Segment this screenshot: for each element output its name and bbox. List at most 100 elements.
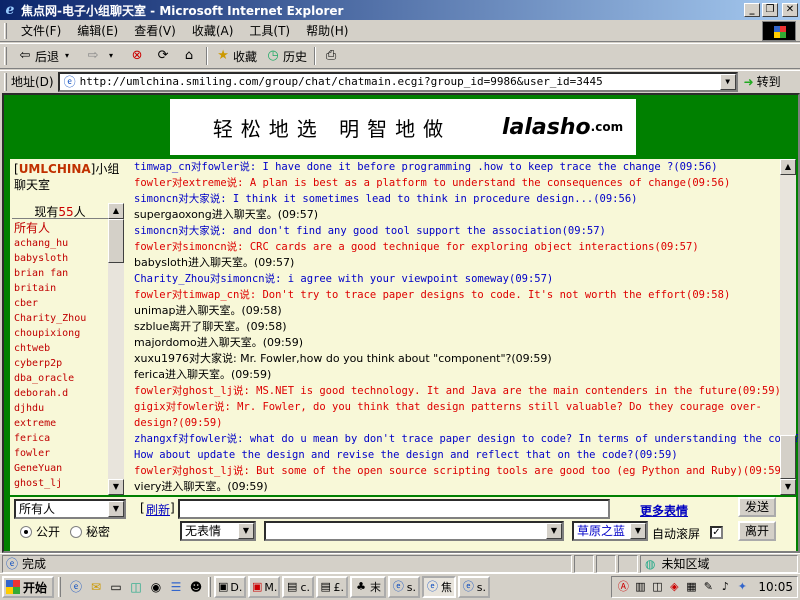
- chat-scrollbar[interactable]: ▲ ▼: [780, 159, 796, 495]
- user-list-item[interactable]: djhdu: [14, 401, 108, 416]
- menu-file[interactable]: 文件(F): [13, 22, 69, 39]
- tray-pen-icon[interactable]: ✎: [701, 580, 715, 594]
- recipient-select[interactable]: 所有人 ▼: [14, 499, 126, 519]
- refresh-link[interactable]: 刷新: [146, 501, 170, 518]
- media-quicklaunch-icon[interactable]: ◫: [128, 579, 144, 595]
- tray-app-icon[interactable]: Ⓐ: [616, 580, 630, 594]
- user-list-item[interactable]: deborah.d: [14, 386, 108, 401]
- favorites-button[interactable]: ★ 收藏: [211, 45, 261, 67]
- system-tray: Ⓐ ▥ ◫ ◈ ▦ ✎ ♪ ✦ 10:05: [611, 576, 798, 598]
- task-button[interactable]: ▣ M.: [248, 576, 280, 598]
- scroll-up-icon[interactable]: ▲: [780, 159, 796, 175]
- scroll-up-icon[interactable]: ▲: [108, 203, 124, 219]
- tray-app-icon[interactable]: ◫: [650, 580, 664, 594]
- task-button[interactable]: ▤ c.: [282, 576, 314, 598]
- tray-speaker-icon[interactable]: ♪: [718, 580, 732, 594]
- public-radio[interactable]: 公开: [20, 523, 60, 540]
- user-list-item[interactable]: britain: [14, 281, 108, 296]
- chat-message: simoncn对大家说: and don't find any good too…: [134, 225, 606, 237]
- user-list-item[interactable]: achang_hu: [14, 236, 108, 251]
- leave-button[interactable]: 离开: [738, 521, 776, 541]
- task-button[interactable]: ▣ D.: [214, 576, 246, 598]
- back-button[interactable]: ⇦ 后退 ▾: [13, 45, 81, 67]
- user-list-scrollbar[interactable]: ▲ ▼: [108, 203, 124, 495]
- minimize-button[interactable]: _: [744, 3, 760, 17]
- task-button[interactable]: ⓔ s.: [458, 576, 490, 598]
- banner-brand-logo[interactable]: lalasho .com: [494, 99, 636, 155]
- user-list-item[interactable]: brian fan: [14, 266, 108, 281]
- user-list-item[interactable]: choupixiong: [14, 326, 108, 341]
- chevron-down-icon[interactable]: ▼: [546, 523, 562, 539]
- menu-view[interactable]: 查看(V): [126, 22, 184, 39]
- forward-button[interactable]: ⇨ ▾: [81, 45, 125, 67]
- user-list-item[interactable]: GeneYuan: [14, 461, 108, 476]
- user-list-item[interactable]: dba_oracle: [14, 371, 108, 386]
- message-input[interactable]: [178, 499, 610, 519]
- refresh-browser-button[interactable]: ⟳: [151, 45, 177, 67]
- address-dropdown-icon[interactable]: ▼: [719, 73, 736, 90]
- app-quicklaunch-icon[interactable]: ☰: [168, 579, 184, 595]
- menu-favorites[interactable]: 收藏(A): [184, 22, 242, 39]
- tray-app-icon[interactable]: ▦: [684, 580, 698, 594]
- expression-select[interactable]: 无表情 ▼: [180, 521, 256, 541]
- go-button[interactable]: ➜ 转到: [744, 73, 781, 90]
- scroll-down-icon[interactable]: ▼: [780, 479, 796, 495]
- user-list-item[interactable]: ghost_lj: [14, 476, 108, 491]
- user-list-item[interactable]: babysloth: [14, 251, 108, 266]
- tray-shield-icon[interactable]: ◈: [667, 580, 681, 594]
- user-list-item-all[interactable]: 所有人: [14, 221, 108, 236]
- status-cell: [596, 554, 616, 573]
- home-button[interactable]: ⌂: [177, 45, 203, 67]
- banner[interactable]: 轻松地选 明智地做 lalasho .com: [170, 99, 636, 155]
- user-list-item[interactable]: chtweb: [14, 341, 108, 356]
- history-button[interactable]: ◷ 历史: [261, 45, 311, 67]
- scroll-down-icon[interactable]: ▼: [108, 479, 124, 495]
- task-button[interactable]: ⓔ s.: [388, 576, 420, 598]
- app-quicklaunch-icon[interactable]: ◉: [148, 579, 164, 595]
- send-button[interactable]: 发送: [738, 497, 776, 517]
- chevron-down-icon[interactable]: ▼: [108, 501, 124, 517]
- chat-message: unimap进入聊天室。(09:58): [134, 304, 282, 317]
- user-list-item[interactable]: cber: [14, 296, 108, 311]
- user-list-item[interactable]: fowler: [14, 446, 108, 461]
- tray-app-icon[interactable]: ✦: [735, 580, 749, 594]
- stop-button[interactable]: ⊗: [125, 45, 151, 67]
- color-select[interactable]: 草原之蓝 ▼: [572, 521, 648, 541]
- user-list-item[interactable]: cyberp2p: [14, 356, 108, 371]
- user-list-item[interactable]: Charity_Zhou: [14, 311, 108, 326]
- scroll-thumb[interactable]: [108, 219, 124, 263]
- task-button-active[interactable]: ⓔ 焦: [422, 576, 456, 598]
- menu-help[interactable]: 帮助(H): [298, 22, 356, 39]
- qq-quicklaunch-icon[interactable]: ☻: [188, 579, 204, 595]
- outlook-quicklaunch-icon[interactable]: ✉: [88, 579, 104, 595]
- menu-edit[interactable]: 编辑(E): [69, 22, 126, 39]
- ie-quicklaunch-icon[interactable]: ⓔ: [68, 579, 84, 595]
- tray-network-icon[interactable]: ▥: [633, 580, 647, 594]
- start-button[interactable]: 开始: [2, 576, 54, 598]
- task-app-icon: ▤: [320, 580, 331, 593]
- print-button[interactable]: ⎙: [319, 45, 345, 67]
- chevron-down-icon[interactable]: ▼: [630, 523, 646, 539]
- chat-message: szblue离开了聊天室。(09:58): [134, 320, 287, 333]
- task-button[interactable]: ▤ £.: [316, 576, 348, 598]
- task-button[interactable]: ♣ 末: [350, 576, 386, 598]
- private-radio[interactable]: 秘密: [70, 523, 110, 540]
- user-list-item[interactable]: extreme: [14, 416, 108, 431]
- status-bar: ⓔ 完成 ◍ 未知区域: [0, 553, 800, 573]
- forward-dropdown-icon[interactable]: ▾: [103, 48, 119, 64]
- status-cell: [618, 554, 638, 573]
- action-select[interactable]: ▼: [264, 521, 564, 541]
- close-button[interactable]: ✕: [782, 3, 798, 17]
- more-expressions-link[interactable]: 更多表情: [640, 502, 688, 519]
- address-input[interactable]: ⓔ http://umlchina.smiling.com/group/chat…: [57, 71, 738, 92]
- menu-tools[interactable]: 工具(T): [241, 22, 298, 39]
- scroll-thumb[interactable]: [780, 435, 796, 479]
- maximize-button[interactable]: ❐: [762, 3, 778, 17]
- user-list-item[interactable]: ferica: [14, 431, 108, 446]
- chevron-down-icon[interactable]: ▼: [238, 523, 254, 539]
- user-count: 现有55人: [12, 203, 108, 219]
- autoscroll-checkbox[interactable]: ✓: [710, 526, 723, 539]
- address-url[interactable]: http://umlchina.smiling.com/group/chat/c…: [80, 75, 720, 88]
- back-dropdown-icon[interactable]: ▾: [59, 48, 75, 64]
- desktop-quicklaunch-icon[interactable]: ▭: [108, 579, 124, 595]
